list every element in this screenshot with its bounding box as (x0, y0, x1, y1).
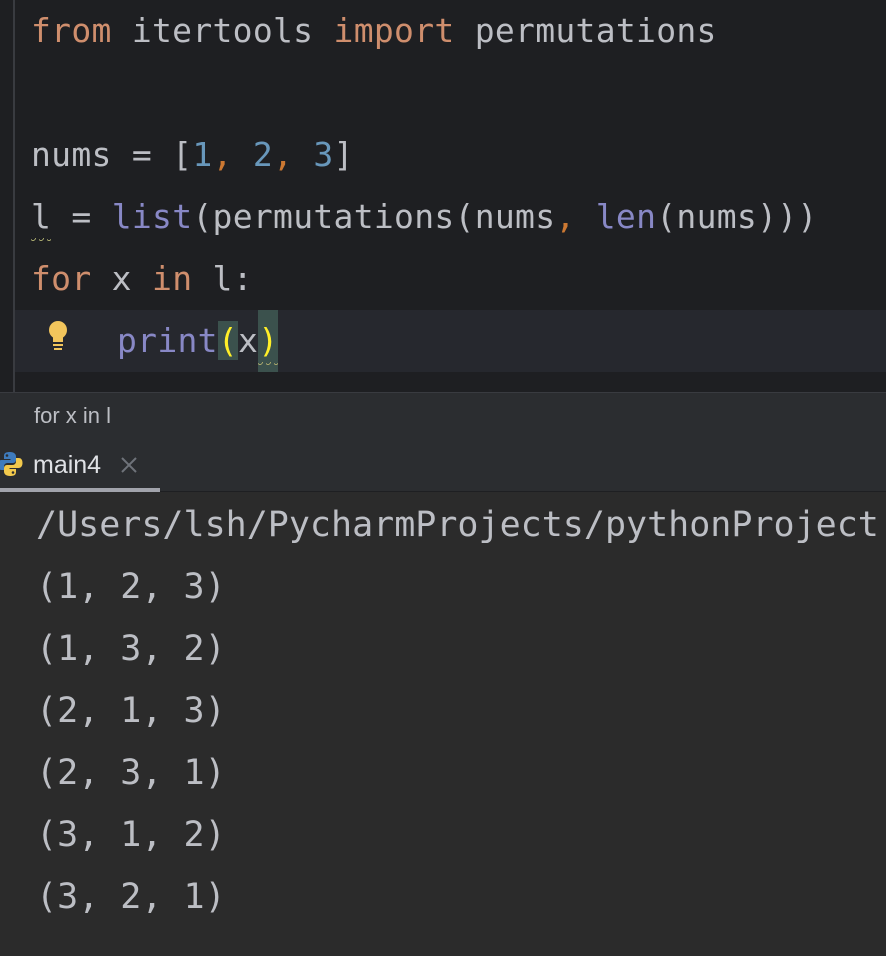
equals-sign: = (51, 197, 112, 236)
code-editor[interactable]: from itertools import permutations nums … (0, 0, 886, 392)
tab-label: main4 (33, 451, 102, 479)
console-command-path: /Users/lsh/PycharmProjects/pythonProject (36, 505, 879, 545)
console-output-line: (1, 2, 3) (36, 567, 226, 607)
breadcrumb-item[interactable]: for x in l (34, 393, 111, 439)
number-literal: 3 (313, 135, 334, 174)
console-output-line: (2, 1, 3) (36, 691, 226, 731)
keyword-for: for (31, 259, 92, 298)
tab-main4[interactable]: main4 (0, 438, 160, 492)
matched-paren-open: ( (217, 321, 239, 360)
console-output-line: (3, 1, 2) (36, 815, 226, 855)
loop-variable: x (91, 259, 153, 298)
keyword-in: in (152, 259, 193, 298)
imported-name: permutations (454, 11, 717, 50)
code-line-1[interactable]: from itertools import permutations (31, 0, 717, 62)
python-icon (0, 452, 23, 476)
comma: , (212, 135, 253, 174)
builtin-len: len (595, 197, 657, 236)
code-line-6[interactable]: print(x) (117, 310, 279, 372)
builtin-print: print (117, 321, 218, 360)
comma: , (555, 197, 576, 236)
console-output-line: (2, 3, 1) (36, 753, 226, 793)
console-output-line: (3, 2, 1) (36, 877, 226, 917)
print-argument: x (238, 321, 259, 360)
code-line-3[interactable]: nums = [1, 2, 3] (31, 124, 354, 186)
permutations-call: (permutations(nums (192, 197, 556, 236)
code-line-4[interactable]: l = list(permutations(nums, len(nums))) (31, 186, 818, 248)
run-console[interactable]: /Users/lsh/PycharmProjects/pythonProject… (0, 492, 886, 956)
keyword-import: import (333, 11, 455, 50)
module-name: itertools (111, 11, 334, 50)
list-close-bracket: ] (333, 135, 354, 174)
lightbulb-icon[interactable] (44, 318, 72, 352)
nums-assign: nums = [ (31, 135, 193, 174)
loop-iterable: l: (192, 259, 253, 298)
console-output-line: (1, 3, 2) (36, 629, 226, 669)
code-line-5[interactable]: for x in l: (31, 248, 253, 310)
variable-l-warning: l (31, 186, 52, 248)
builtin-list: list (111, 197, 193, 236)
keyword-from: from (31, 11, 112, 50)
number-literal: 2 (252, 135, 274, 174)
len-call-args: (nums))) (656, 197, 818, 236)
matched-paren-close: ) (258, 310, 279, 372)
breadcrumb: for x in l (0, 392, 886, 438)
close-icon[interactable] (118, 454, 140, 476)
run-tab-bar: main4 (0, 438, 886, 492)
comma: , (273, 135, 314, 174)
number-literal: 1 (192, 135, 213, 174)
